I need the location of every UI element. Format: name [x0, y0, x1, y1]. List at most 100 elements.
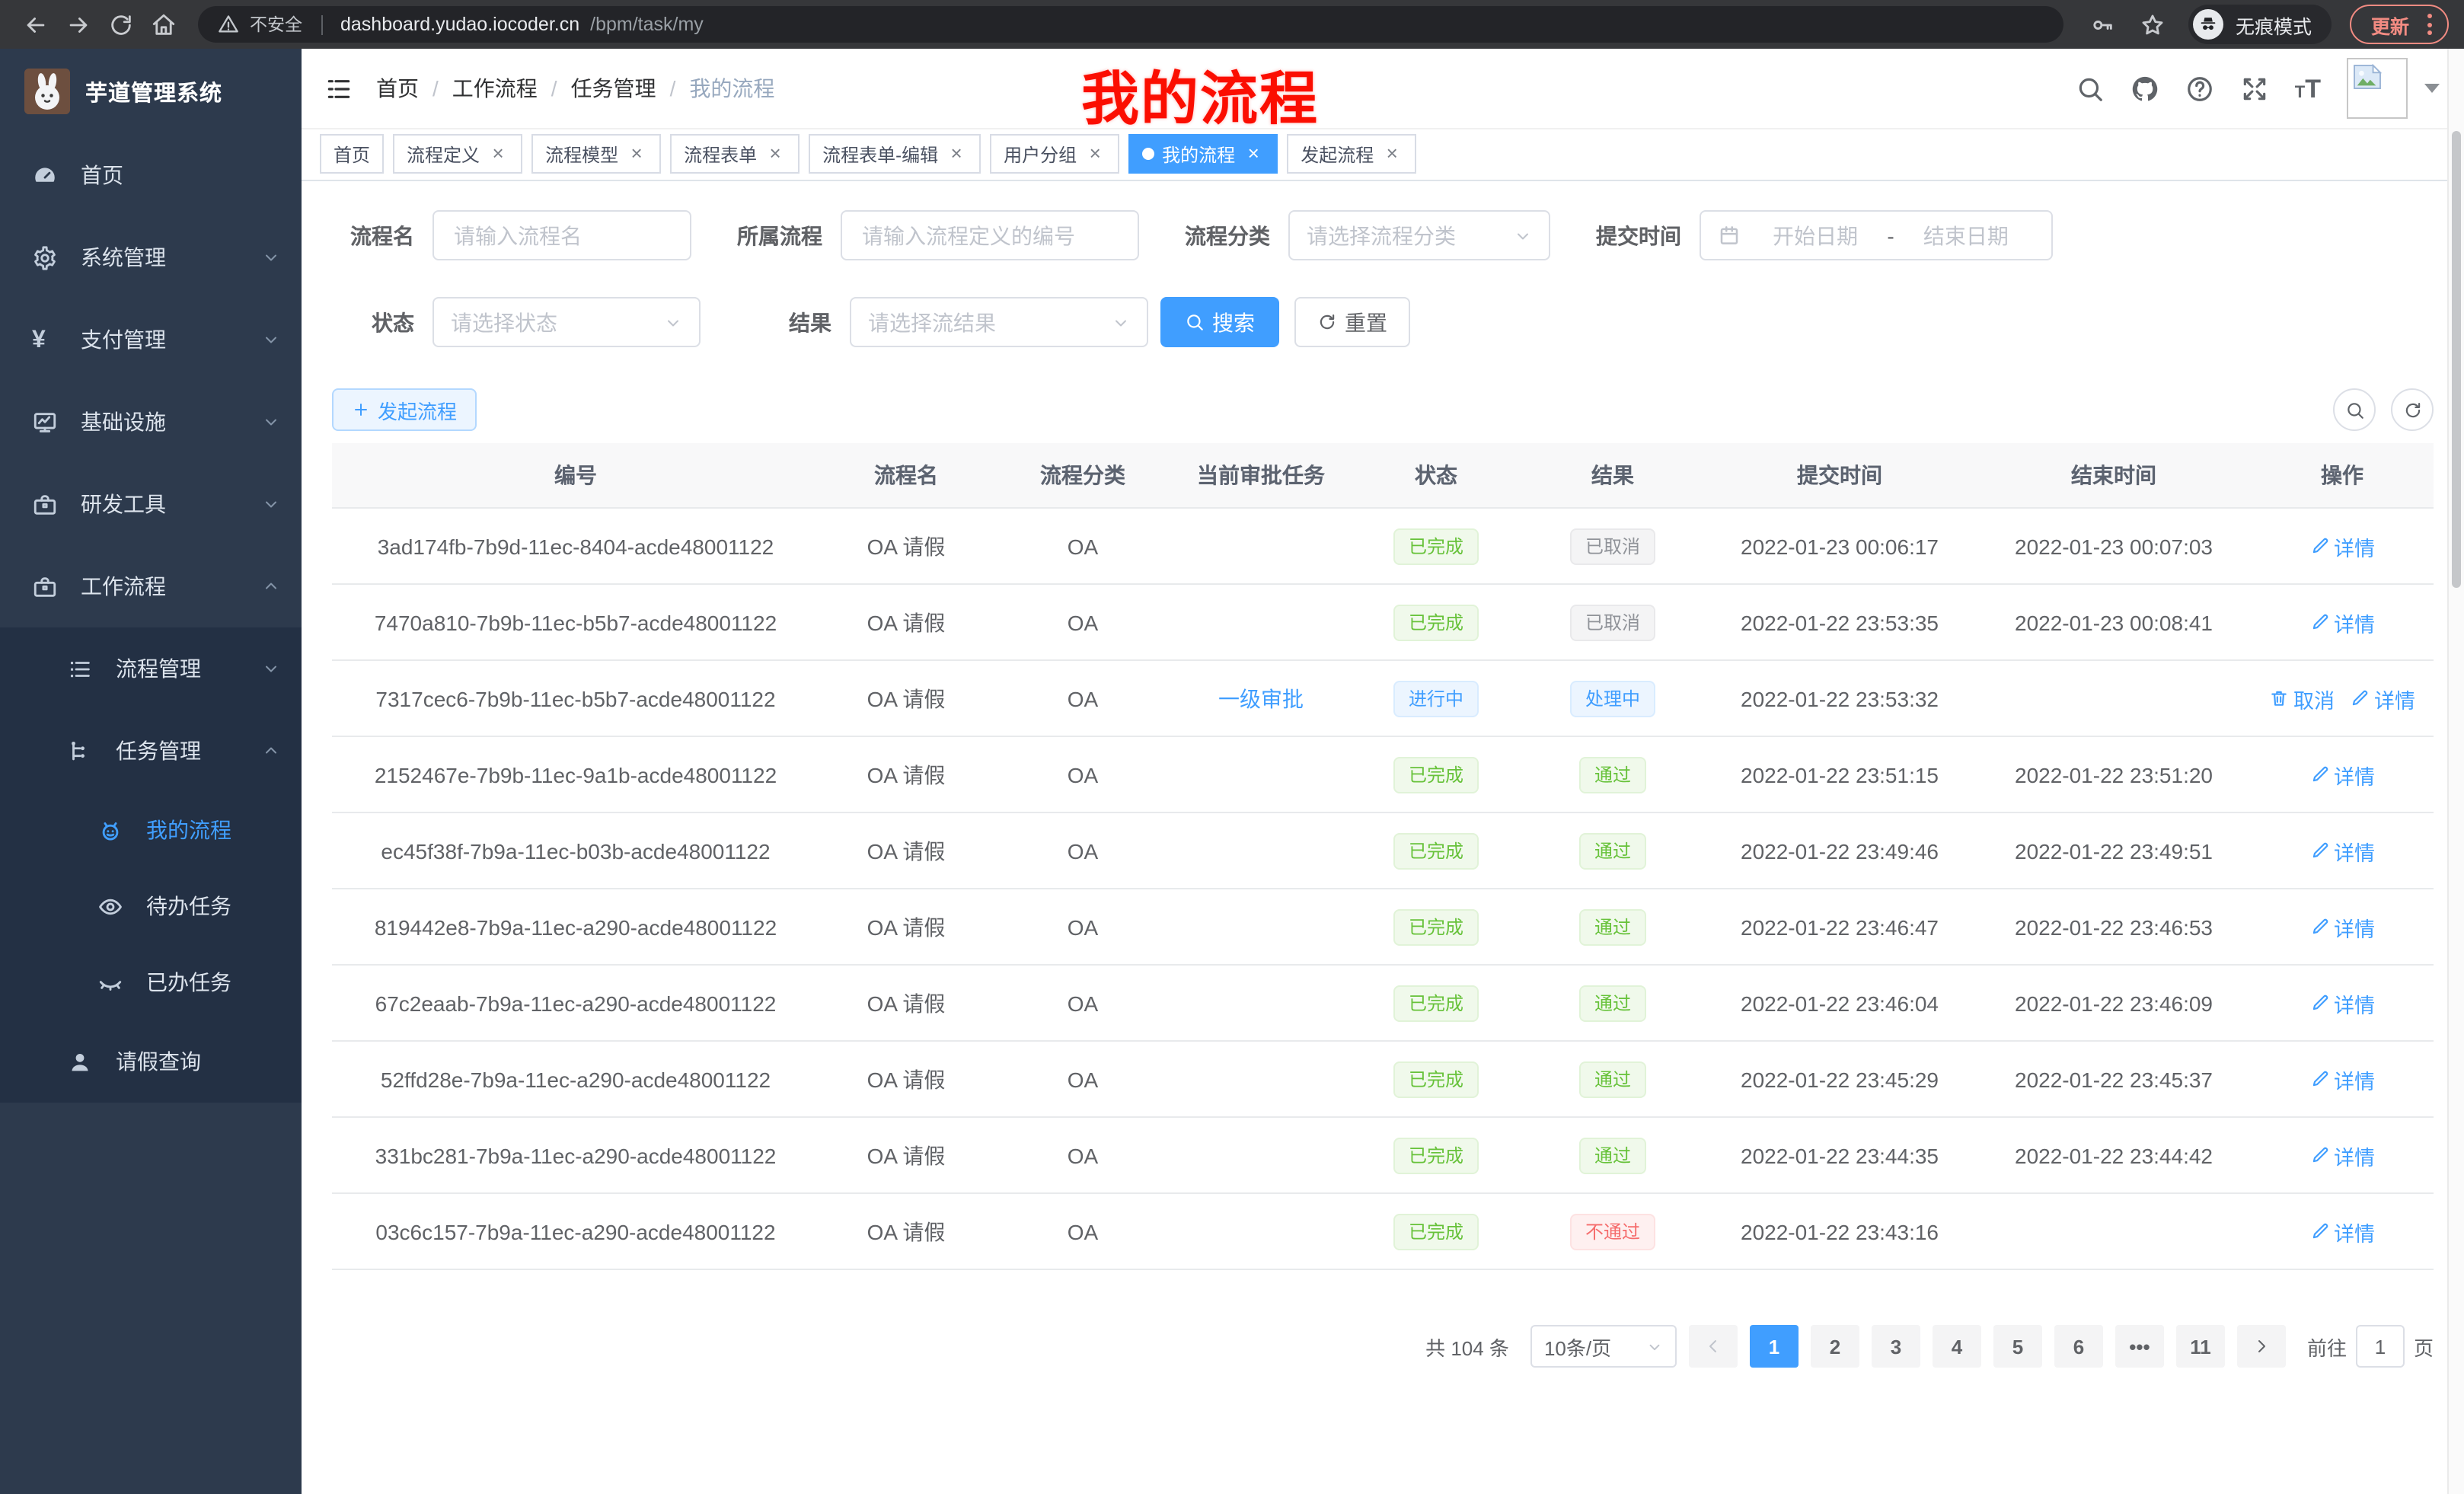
breadcrumb-task-management[interactable]: 任务管理 — [571, 73, 656, 104]
browser-reload-button[interactable] — [101, 5, 140, 44]
page-button[interactable]: 11 — [2176, 1325, 2225, 1368]
tab-close-icon[interactable]: × — [487, 143, 509, 164]
breadcrumb-home[interactable]: 首页 — [376, 73, 419, 104]
tab-home[interactable]: 首页 — [320, 134, 384, 174]
sidebar-item-todo-tasks[interactable]: 待办任务 — [0, 868, 302, 944]
tab-close-icon[interactable]: × — [946, 143, 967, 164]
detail-link[interactable]: 详情 — [2309, 1140, 2375, 1170]
sidebar-toggle-icon[interactable] — [302, 74, 376, 103]
bookmark-star-icon[interactable] — [2140, 11, 2166, 37]
sidebar-item-home[interactable]: 首页 — [0, 134, 302, 216]
goto-page-input[interactable] — [2356, 1325, 2405, 1368]
tab-start-process[interactable]: 发起流程× — [1287, 134, 1416, 174]
address-bar[interactable]: 不安全 dashboard.yudao.iocoder.cn/bpm/task/… — [198, 6, 2063, 43]
status-tag: 已完成 — [1393, 908, 1479, 945]
page-button[interactable]: 6 — [2054, 1325, 2103, 1368]
tab-close-icon[interactable]: × — [764, 143, 786, 164]
sidebar-item-label: 首页 — [81, 160, 280, 190]
page-button[interactable]: 2 — [1811, 1325, 1859, 1368]
row-actions: 详情 — [2251, 1140, 2434, 1170]
sidebar-item-task-management[interactable]: 任务管理 — [0, 710, 302, 792]
avatar[interactable] — [2347, 58, 2408, 119]
tab-label: 用户分组 — [1004, 141, 1077, 167]
page-button[interactable]: 4 — [1933, 1325, 1981, 1368]
calendar-icon — [1718, 224, 1741, 247]
table-refresh-button[interactable] — [2391, 388, 2434, 431]
detail-link[interactable]: 详情 — [2309, 1216, 2375, 1247]
detail-link[interactable]: 详情 — [2309, 988, 2375, 1018]
help-icon[interactable] — [2185, 74, 2214, 103]
detail-link[interactable]: 详情 — [2309, 1064, 2375, 1094]
table-search-toggle-button[interactable] — [2333, 388, 2376, 431]
sidebar-item-infrastructure[interactable]: 基础设施 — [0, 381, 302, 463]
scrollbar-thumb[interactable] — [2451, 131, 2460, 588]
sidebar-item-payment[interactable]: ¥ 支付管理 — [0, 298, 302, 381]
tab-close-icon[interactable]: × — [626, 143, 647, 164]
sidebar-item-label: 已办任务 — [146, 967, 280, 998]
current-task-link[interactable]: 一级审批 — [1218, 683, 1304, 713]
app-logo[interactable]: 芋道管理系统 — [0, 49, 302, 134]
detail-link[interactable]: 详情 — [2309, 531, 2375, 561]
avatar-dropdown-icon[interactable] — [2424, 84, 2440, 93]
tab-my-process[interactable]: 我的流程× — [1128, 134, 1278, 174]
cancel-link[interactable]: 取消 — [2269, 683, 2335, 713]
tab-process-form[interactable]: 流程表单× — [670, 134, 800, 174]
result-select[interactable]: 请选择流结果 — [850, 297, 1148, 347]
tab-close-icon[interactable]: × — [1243, 143, 1264, 164]
category-select[interactable]: 请选择流程分类 — [1288, 210, 1550, 260]
detail-link[interactable]: 详情 — [2309, 835, 2375, 866]
sidebar-item-workflow[interactable]: 工作流程 — [0, 545, 302, 627]
browser-forward-button[interactable] — [58, 5, 97, 44]
tab-process-model[interactable]: 流程模型× — [531, 134, 661, 174]
chevron-up-icon — [262, 577, 280, 595]
reset-button[interactable]: 重置 — [1294, 297, 1410, 347]
update-button[interactable]: 更新 — [2350, 5, 2449, 44]
next-page-button[interactable] — [2237, 1325, 2286, 1368]
submit-time-range-picker[interactable]: 开始日期 - 结束日期 — [1700, 210, 2053, 260]
detail-link[interactable]: 详情 — [2309, 759, 2375, 790]
tab-user-group[interactable]: 用户分组 × — [990, 134, 1119, 174]
tab-close-icon[interactable]: × — [1381, 143, 1403, 164]
robot-icon — [97, 817, 123, 843]
browser-home-button[interactable] — [143, 5, 183, 44]
search-icon[interactable] — [2076, 74, 2105, 103]
sidebar-item-label: 我的流程 — [146, 815, 280, 845]
tab-process-definition[interactable]: 流程定义× — [393, 134, 522, 174]
font-size-icon[interactable]: TT — [2295, 75, 2321, 101]
sidebar-item-system[interactable]: 系统管理 — [0, 216, 302, 298]
detail-link[interactable]: 详情 — [2309, 607, 2375, 637]
search-button[interactable]: 搜索 — [1160, 297, 1279, 347]
page-size-select[interactable]: 10条/页 — [1530, 1325, 1677, 1368]
sidebar-item-done-tasks[interactable]: 已办任务 — [0, 944, 302, 1020]
detail-link[interactable]: 详情 — [2350, 683, 2415, 713]
row-actions: 详情 — [2251, 911, 2434, 942]
browser-menu-icon[interactable] — [2423, 8, 2437, 41]
table-row: 03c6c157-7b9a-11ec-a290-acde48001122 OA … — [332, 1194, 2434, 1270]
tab-close-icon[interactable]: × — [1084, 143, 1106, 164]
page-button[interactable]: 1 — [1750, 1325, 1799, 1368]
sidebar-item-leave-query[interactable]: 请假查询 — [0, 1020, 302, 1103]
page-button[interactable]: 5 — [1993, 1325, 2042, 1368]
process-name-input[interactable] — [432, 210, 691, 260]
sidebar-item-process-management[interactable]: 流程管理 — [0, 627, 302, 710]
github-icon[interactable] — [2130, 74, 2159, 103]
sidebar-item-label: 待办任务 — [146, 891, 280, 921]
prev-page-button[interactable] — [1689, 1325, 1738, 1368]
page-ellipsis[interactable]: ••• — [2115, 1325, 2164, 1368]
breadcrumb-workflow[interactable]: 工作流程 — [452, 73, 538, 104]
update-label: 更新 — [2371, 10, 2409, 39]
tab-process-form-edit[interactable]: 流程表单-编辑× — [809, 134, 981, 174]
page-list: 123456 ••• 11 — [1750, 1325, 2225, 1368]
status-select[interactable]: 请选择状态 — [432, 297, 701, 347]
browser-back-button[interactable] — [15, 5, 55, 44]
detail-link[interactable]: 详情 — [2309, 911, 2375, 942]
fullscreen-icon[interactable] — [2240, 74, 2269, 103]
sidebar-item-devtools[interactable]: 研发工具 — [0, 463, 302, 545]
definition-input[interactable] — [841, 210, 1139, 260]
start-process-button[interactable]: 发起流程 — [332, 388, 477, 431]
page-button[interactable]: 3 — [1872, 1325, 1920, 1368]
process-name-label: 流程名 — [332, 220, 414, 251]
key-icon[interactable] — [2089, 11, 2115, 37]
sidebar-item-my-process[interactable]: 我的流程 — [0, 792, 302, 868]
tree-icon — [67, 738, 93, 764]
